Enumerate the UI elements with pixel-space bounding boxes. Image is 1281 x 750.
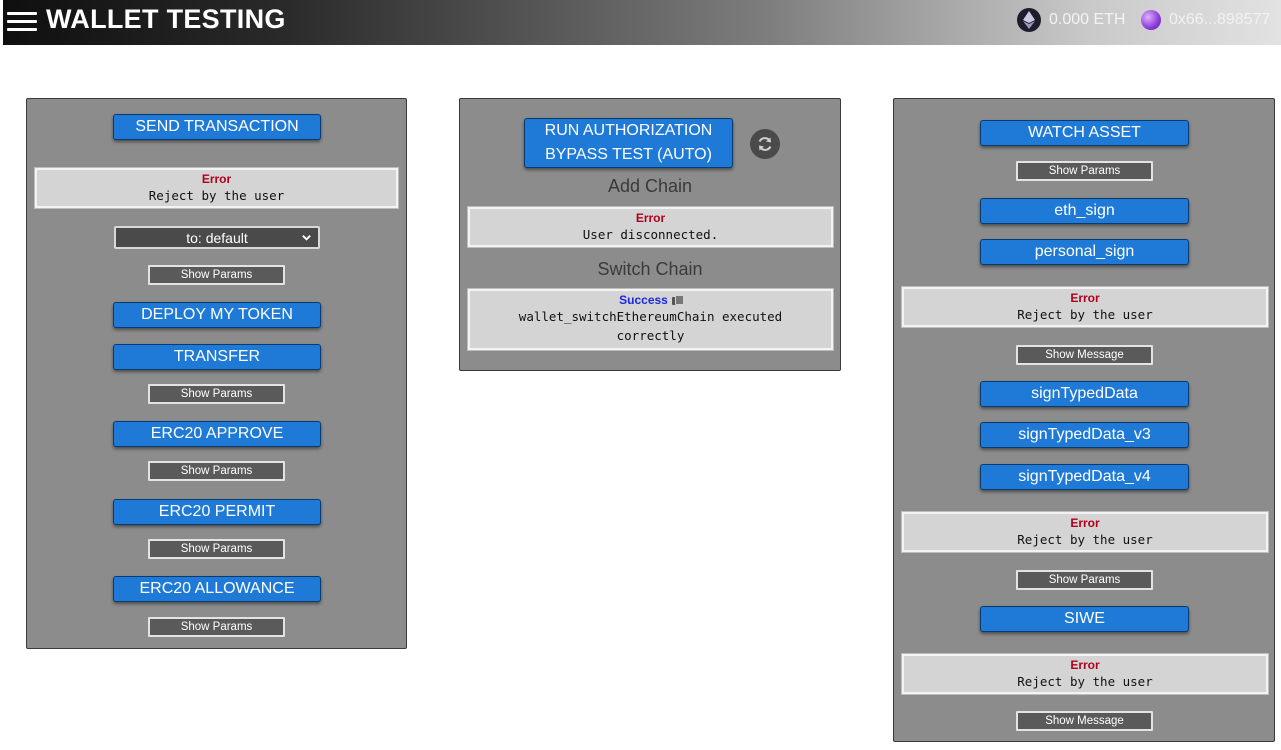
result-status: Success <box>470 293 831 307</box>
sign-typed-data-button[interactable]: signTypedData <box>980 381 1189 407</box>
account-address: 0x66...898577 <box>1169 11 1271 28</box>
erc20-permit-button[interactable]: ERC20 PERMIT <box>113 499 321 525</box>
refresh-icon[interactable] <box>750 129 780 159</box>
show-message-button[interactable]: Show Message <box>1016 345 1153 365</box>
show-params-button[interactable]: Show Params <box>1016 570 1153 590</box>
personal-sign-button[interactable]: personal_sign <box>980 239 1189 265</box>
add-chain-label: Add Chain <box>607 176 693 196</box>
result-message: Reject by the user <box>1017 532 1153 547</box>
sign-typed-data-v3-button[interactable]: signTypedData_v3 <box>980 422 1189 448</box>
result-status: Error <box>635 211 666 225</box>
eth-balance-display: 0.000 ETH <box>1017 8 1125 32</box>
result-message: Reject by the user <box>1017 674 1153 689</box>
button-label-line2: BYPASS TEST (AUTO) <box>545 146 712 163</box>
show-params-button[interactable]: Show Params <box>148 539 285 559</box>
send-transaction-result: Error Reject by the user <box>35 168 398 208</box>
send-transaction-button[interactable]: SEND TRANSACTION <box>113 114 321 140</box>
result-status: Error <box>201 172 232 186</box>
button-label-line1: RUN AUTHORIZATION <box>544 122 713 139</box>
show-params-button[interactable]: Show Params <box>148 617 285 637</box>
copy-icon[interactable] <box>671 295 684 306</box>
chain-panel: RUN AUTHORIZATION BYPASS TEST (AUTO) Add… <box>459 98 841 371</box>
transactions-panel: SEND TRANSACTION Error Reject by the use… <box>26 98 407 649</box>
erc20-allowance-button[interactable]: ERC20 ALLOWANCE <box>113 576 321 602</box>
status-text: Success <box>619 293 668 307</box>
app-title: WALLET TESTING <box>46 4 286 34</box>
watch-asset-button[interactable]: WATCH ASSET <box>980 120 1189 146</box>
to-address-select[interactable]: to: default <box>114 226 320 249</box>
chevron-down-icon <box>302 235 311 241</box>
eth-balance: 0.000 ETH <box>1049 11 1126 28</box>
show-params-button[interactable]: Show Params <box>1016 161 1153 181</box>
result-status: Error <box>1070 291 1100 305</box>
sign-result: Error Reject by the user <box>902 287 1268 327</box>
ethereum-icon <box>1017 8 1041 32</box>
result-message: Reject by the user <box>148 188 285 203</box>
result-message-line2: correctly <box>616 328 685 343</box>
switch-chain-result: Success wallet_switchEthereumChain execu… <box>468 289 833 350</box>
eth-sign-button[interactable]: eth_sign <box>980 198 1189 224</box>
add-chain-result: Error User disconnected. <box>468 207 833 247</box>
siwe-button[interactable]: SIWE <box>980 606 1189 632</box>
account-avatar-icon <box>1141 10 1161 30</box>
result-message: Reject by the user <box>1017 307 1153 322</box>
account-display[interactable]: 0x66...898577 <box>1141 8 1270 32</box>
select-value: to: default <box>186 229 248 246</box>
siwe-result: Error Reject by the user <box>902 654 1268 694</box>
deploy-token-button[interactable]: DEPLOY MY TOKEN <box>113 302 321 328</box>
app-header: WALLET TESTING 0.000 ETH 0x66...898577 <box>3 0 1281 45</box>
transfer-button[interactable]: TRANSFER <box>113 344 321 370</box>
show-params-button[interactable]: Show Params <box>148 461 285 481</box>
hamburger-menu-icon[interactable] <box>7 10 37 34</box>
result-message-line1: wallet_switchEthereumChain executed <box>518 309 783 324</box>
switch-chain-label: Switch Chain <box>597 259 703 279</box>
erc20-approve-button[interactable]: ERC20 APPROVE <box>113 421 321 447</box>
show-params-button[interactable]: Show Params <box>148 384 285 404</box>
sign-typed-data-v4-button[interactable]: signTypedData_v4 <box>980 464 1189 490</box>
result-status: Error <box>1070 516 1100 530</box>
show-params-button[interactable]: Show Params <box>148 265 285 285</box>
show-message-button[interactable]: Show Message <box>1016 711 1153 731</box>
result-status: Error <box>1070 658 1100 672</box>
run-authorization-bypass-button[interactable]: RUN AUTHORIZATION BYPASS TEST (AUTO) <box>524 118 733 168</box>
result-message: User disconnected. <box>582 227 719 242</box>
signing-panel: WATCH ASSET Show Params eth_sign persona… <box>893 98 1275 742</box>
typed-data-result: Error Reject by the user <box>902 512 1268 552</box>
